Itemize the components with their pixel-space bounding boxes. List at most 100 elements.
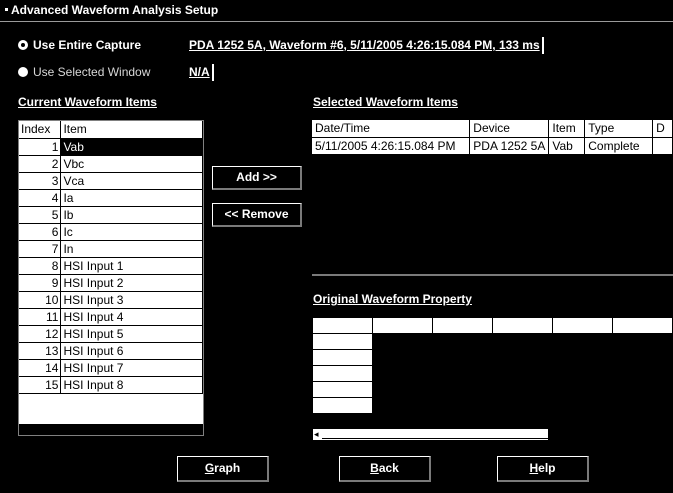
item-index: 12	[19, 325, 62, 343]
item-index: 9	[19, 274, 62, 292]
selected-items-heading: Selected Waveform Items	[313, 95, 458, 109]
back-button[interactable]: Back	[339, 456, 431, 482]
item-index: 14	[19, 359, 62, 377]
help-button[interactable]: Help	[497, 456, 589, 482]
property-cell[interactable]	[432, 381, 493, 398]
property-cell[interactable]	[612, 365, 673, 382]
device-cell: PDA 1252 5A	[469, 137, 550, 155]
property-cell[interactable]	[492, 333, 553, 350]
property-cell[interactable]	[492, 365, 553, 382]
datetime-column-header[interactable]: Date/Time	[312, 120, 471, 138]
item-name: Vca	[60, 172, 203, 190]
property-cell[interactable]	[612, 381, 673, 398]
item-column-header[interactable]: Item	[60, 121, 203, 139]
d-cell	[652, 137, 673, 155]
property-cell[interactable]	[432, 317, 493, 334]
table-row[interactable]: 5/11/2005 4:26:15.084 PM PDA 1252 5A Vab…	[312, 137, 673, 155]
property-cell[interactable]	[372, 397, 433, 414]
property-cell[interactable]	[372, 333, 433, 350]
property-cell[interactable]	[372, 365, 433, 382]
property-cell[interactable]	[432, 397, 493, 414]
property-cell[interactable]	[492, 397, 553, 414]
property-cell[interactable]	[612, 317, 673, 334]
list-item[interactable]: 11 HSI Input 4	[19, 308, 203, 326]
list-item[interactable]: 15 HSI Input 8	[19, 376, 203, 394]
list-item[interactable]: 12 HSI Input 5	[19, 325, 203, 343]
item-name: In	[60, 240, 203, 258]
property-cell[interactable]	[312, 317, 373, 334]
item-index: 15	[19, 376, 62, 394]
property-cell[interactable]	[312, 397, 373, 414]
item-name: Ib	[60, 206, 203, 224]
property-cell[interactable]	[492, 349, 553, 366]
use-selected-window-option[interactable]: Use Selected Window	[18, 64, 150, 80]
list-item[interactable]: 8 HSI Input 1	[19, 257, 203, 275]
property-hscrollbar[interactable]: ◂	[312, 428, 549, 441]
item-index: 8	[19, 257, 62, 275]
list-item[interactable]: 10 HSI Input 3	[19, 291, 203, 309]
item-name: HSI Input 2	[60, 274, 203, 292]
property-cell[interactable]	[372, 317, 433, 334]
property-cell[interactable]	[492, 381, 553, 398]
property-cell[interactable]	[432, 349, 493, 366]
property-cell[interactable]	[432, 333, 493, 350]
scroll-left-icon[interactable]: ◂	[314, 429, 319, 440]
property-cell[interactable]	[312, 333, 373, 350]
scroll-track[interactable]	[322, 430, 548, 439]
list-item[interactable]: 9 HSI Input 2	[19, 274, 203, 292]
remove-button[interactable]: << Remove	[212, 203, 302, 227]
list-item[interactable]: 2 Vbc	[19, 155, 203, 173]
graph-button[interactable]: Graph	[177, 456, 269, 482]
item-name: HSI Input 3	[60, 291, 203, 309]
item-name: HSI Input 5	[60, 325, 203, 343]
item-index: 13	[19, 342, 62, 360]
device-column-header[interactable]: Device	[469, 120, 550, 138]
property-cell[interactable]	[612, 333, 673, 350]
list-item[interactable]: 7 In	[19, 240, 203, 258]
property-cell[interactable]	[552, 317, 613, 334]
radio-unselected-icon[interactable]	[18, 66, 28, 77]
d-column-header[interactable]: D	[652, 120, 673, 138]
property-cell[interactable]	[312, 381, 373, 398]
current-items-heading: Current Waveform Items	[18, 95, 157, 109]
index-column-header[interactable]: Index	[19, 121, 62, 139]
item-name: Ia	[60, 189, 203, 207]
grid-divider	[312, 274, 673, 276]
list-item[interactable]: 4 Ia	[19, 189, 203, 207]
waveform-property-grid[interactable]	[312, 317, 673, 443]
property-cell[interactable]	[552, 333, 613, 350]
property-cell[interactable]	[552, 365, 613, 382]
property-cell[interactable]	[492, 317, 553, 334]
type-column-header[interactable]: Type	[584, 120, 654, 138]
property-cell[interactable]	[312, 365, 373, 382]
list-item[interactable]: 3 Vca	[19, 172, 203, 190]
item-index: 7	[19, 240, 62, 258]
property-cell[interactable]	[612, 397, 673, 414]
item-name: Ic	[60, 223, 203, 241]
item-column-header[interactable]: Item	[548, 120, 586, 138]
list-footer	[19, 424, 203, 435]
property-cell[interactable]	[372, 349, 433, 366]
property-cell[interactable]	[372, 381, 433, 398]
title-bar: Advanced Waveform Analysis Setup	[0, 0, 673, 22]
list-item[interactable]: 5 Ib	[19, 206, 203, 224]
property-cell[interactable]	[612, 349, 673, 366]
add-button[interactable]: Add >>	[212, 166, 302, 190]
property-cell[interactable]	[432, 365, 493, 382]
window-menu-icon[interactable]	[5, 8, 8, 12]
property-cell[interactable]	[552, 349, 613, 366]
type-cell: Complete	[584, 137, 654, 155]
list-item[interactable]: 14 HSI Input 7	[19, 359, 203, 377]
current-items-list[interactable]: Index Item 1 Vab 2 Vbc 3 Vca 4 Ia 5 Ib 6 Ic 7 In 8 HSI …	[18, 120, 204, 436]
selected-items-grid[interactable]: Date/Time Device Item Type D 5/11/2005 4…	[312, 120, 673, 276]
list-item[interactable]: 13 HSI Input 6	[19, 342, 203, 360]
item-index: 11	[19, 308, 62, 326]
list-item[interactable]: 6 Ic	[19, 223, 203, 241]
property-cell[interactable]	[552, 381, 613, 398]
list-item[interactable]: 1 Vab	[19, 138, 203, 156]
property-cell[interactable]	[552, 397, 613, 414]
window-title: Advanced Waveform Analysis Setup	[11, 3, 219, 17]
radio-selected-icon[interactable]	[18, 39, 28, 50]
property-cell[interactable]	[312, 349, 373, 366]
use-entire-capture-option[interactable]: Use Entire Capture	[18, 37, 141, 53]
